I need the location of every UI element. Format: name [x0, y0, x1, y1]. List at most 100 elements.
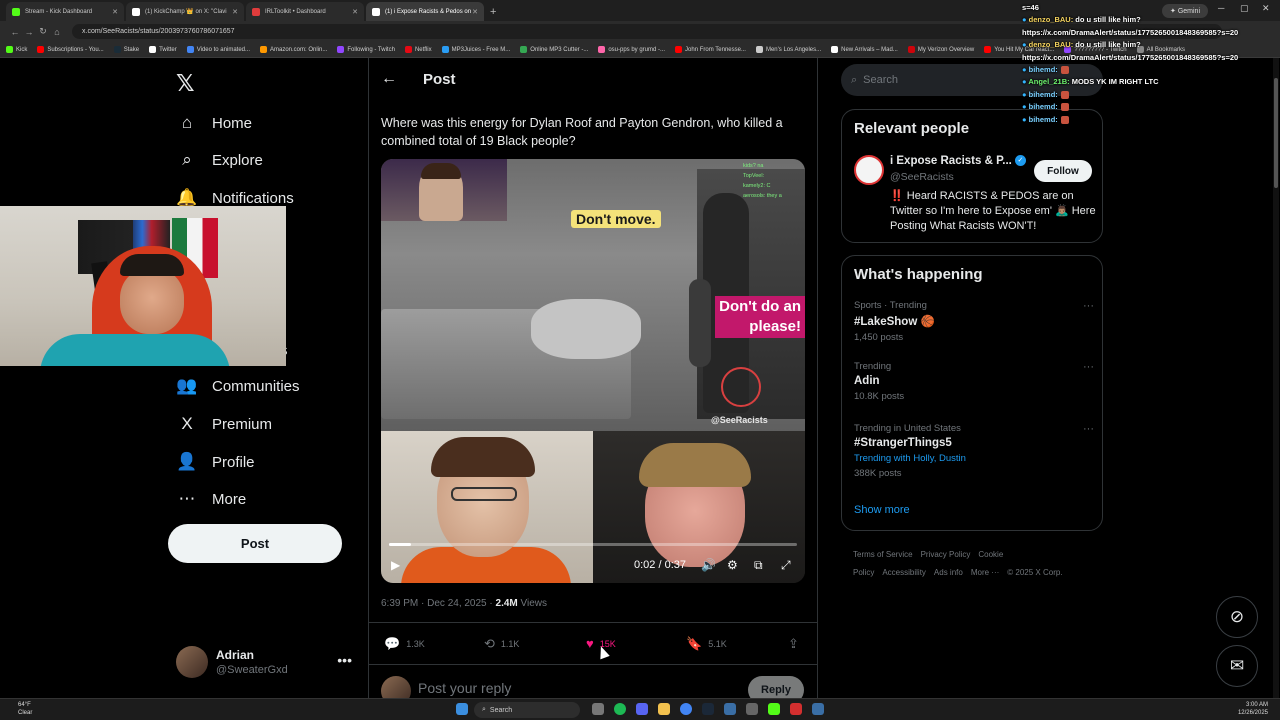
bookmark-item[interactable]: Subscriptions - You...: [37, 46, 104, 53]
discord-icon[interactable]: [636, 703, 648, 715]
search-icon: ⌕: [182, 150, 192, 169]
footer-link[interactable]: Terms of Service: [853, 550, 913, 559]
video-progress-bar[interactable]: [389, 543, 797, 546]
file-explorer-icon[interactable]: [658, 703, 670, 715]
windows-start-icon[interactable]: [456, 703, 468, 715]
messages-icon[interactable]: ✉: [1216, 645, 1258, 687]
scrollbar[interactable]: [1273, 58, 1279, 698]
new-tab-icon[interactable]: +: [490, 6, 496, 18]
home-browser-icon[interactable]: ⌂: [50, 27, 64, 37]
bookmark-favicon-icon: [984, 46, 992, 53]
tab-favicon-icon: [12, 7, 20, 16]
steam-icon[interactable]: [702, 703, 714, 715]
nav-item-premium[interactable]: X Premium: [176, 410, 272, 438]
browser-tab[interactable]: IRLToolkit • Dashboard ✕: [246, 2, 364, 21]
bookmark-item[interactable]: Stake: [113, 46, 139, 53]
bookmark-item[interactable]: Kick: [6, 46, 27, 53]
nav-item-home[interactable]: ⌂ Home: [176, 109, 252, 137]
reply-input[interactable]: Post your reply: [418, 680, 511, 696]
bookmark-item[interactable]: Twitter: [149, 46, 177, 53]
show-more-link[interactable]: Show more: [854, 504, 910, 516]
browser-tab[interactable]: (1) i Expose Racists & Pedos on ✕: [366, 2, 484, 21]
footer-link[interactable]: More ···: [971, 568, 999, 577]
browser-tab[interactable]: (1) KickChamp 👑 on X: "Clavi ✕: [126, 2, 244, 21]
tab-close-icon[interactable]: ✕: [232, 8, 238, 16]
avatar[interactable]: [854, 155, 884, 185]
more-dots-icon[interactable]: ···: [1083, 423, 1094, 435]
app-icon[interactable]: [812, 703, 824, 715]
repost-action[interactable]: ⟲ 1.1K: [484, 636, 519, 652]
chrome-icon[interactable]: [680, 703, 692, 715]
fullscreen-icon[interactable]: ⤢: [781, 558, 791, 573]
trend-item[interactable]: Trending Adin 10.8K posts ···: [854, 361, 1094, 402]
trend-item[interactable]: Trending in United States #StrangerThings…: [854, 423, 1094, 479]
footer-link[interactable]: © 2025 X Corp.: [1007, 568, 1062, 577]
weather-widget[interactable]: 64°F Clear: [18, 701, 32, 717]
bookmark-item[interactable]: Following - Twitch: [337, 46, 395, 53]
play-icon[interactable]: ▶: [391, 558, 400, 572]
bookmark-item[interactable]: Amazon.com: Onlin...: [260, 46, 327, 53]
share-icon: ⇪: [788, 636, 799, 651]
mugshot-hair-left: [431, 437, 535, 477]
bookmark-action[interactable]: 🔖 5.1K: [686, 636, 727, 652]
trend-item[interactable]: Sports · Trending #LakeShow 🏀 1,450 posts ·…: [854, 300, 1094, 343]
spotify-icon[interactable]: [614, 703, 626, 715]
bookmark-item[interactable]: osu-pps by grumd -...: [598, 46, 665, 53]
account-switcher[interactable]: Adrian @SweaterGxd •••: [176, 646, 356, 680]
nav-item-communities[interactable]: 👥 Communities: [176, 372, 300, 400]
bookmark-item[interactable]: My Verizon Overview: [907, 46, 974, 53]
more-dots-icon[interactable]: •••: [337, 652, 352, 668]
volume-icon[interactable]: 🔊: [701, 558, 716, 572]
trend-with-link[interactable]: Holly, Dustin: [913, 453, 966, 464]
task-view-icon[interactable]: [592, 703, 604, 715]
nav-item-explore[interactable]: ⌕ Explore: [176, 146, 263, 174]
obs-icon[interactable]: [790, 703, 802, 715]
video-player[interactable]: kids? na TopVeel: kamely2: C aerosols: the…: [381, 159, 805, 583]
settings-gear-icon[interactable]: ⚙: [727, 558, 738, 572]
nav-item-label: Notifications: [212, 189, 294, 207]
bookmark-label: osu-pps by grumd -...: [608, 46, 666, 53]
taskbar-clock[interactable]: 3:00 AM 12/26/2025: [1238, 701, 1268, 717]
bookmark-item[interactable]: Men's Los Angeles...: [755, 46, 821, 53]
post-button[interactable]: Post: [168, 524, 342, 563]
grok-icon[interactable]: ⊘: [1216, 596, 1258, 638]
footer-link[interactable]: Privacy Policy: [921, 550, 971, 559]
bookmark-item[interactable]: Online MP3 Cutter -...: [520, 46, 588, 53]
kick-icon[interactable]: [768, 703, 780, 715]
nav-item-label: Communities: [212, 377, 300, 395]
follow-button[interactable]: Follow: [1034, 160, 1092, 182]
browser-tab[interactable]: Stream - Kick Dashboard ✕: [6, 2, 124, 21]
bookmark-favicon-icon: [755, 46, 763, 53]
more-dots-icon[interactable]: ···: [1083, 361, 1094, 373]
repost-icon: ⟲: [484, 636, 495, 651]
taskbar-search[interactable]: ⌕ Search: [474, 702, 580, 718]
bookmark-item[interactable]: New Arrivals – Mad...: [831, 46, 898, 53]
share-action[interactable]: ⇪: [788, 636, 805, 652]
bookmark-item[interactable]: Netflix: [404, 46, 432, 53]
reply-action[interactable]: 💬 1.3K: [384, 636, 425, 652]
forward-icon[interactable]: →: [22, 27, 36, 37]
back-icon[interactable]: ←: [8, 27, 22, 37]
footer-link[interactable]: Ads info: [934, 568, 963, 577]
footer-link[interactable]: Accessibility: [882, 568, 926, 577]
more-dots-icon[interactable]: ···: [1083, 300, 1094, 312]
nav-item-more[interactable]: ⋯ More: [176, 485, 247, 513]
tab-close-icon[interactable]: ✕: [352, 8, 358, 16]
bookmark-item[interactable]: John From Tennesse...: [675, 46, 746, 53]
relevant-person-name[interactable]: i Expose Racists & P... ✓: [890, 155, 1026, 167]
minimize-player-icon[interactable]: ⧉: [754, 558, 763, 573]
reload-icon[interactable]: ↻: [36, 26, 50, 37]
bookmark-item[interactable]: MP3Juices - Free M...: [441, 46, 510, 53]
tab-close-icon[interactable]: ✕: [112, 8, 118, 16]
relevant-people-title: Relevant people: [854, 120, 970, 137]
nav-item-profile[interactable]: 👤 Profile: [176, 448, 254, 476]
x-logo-icon[interactable]: 𝕏: [176, 70, 195, 97]
app-icon[interactable]: [724, 703, 736, 715]
post-timestamp[interactable]: 6:39 PM · Dec 24, 2025 ·: [381, 598, 496, 609]
bookmark-item[interactable]: Video to animated...: [186, 46, 250, 53]
weather-condition: Clear: [18, 710, 33, 716]
tab-close-icon[interactable]: ✕: [472, 8, 478, 16]
app-icon[interactable]: [746, 703, 758, 715]
back-arrow-icon[interactable]: ←: [381, 70, 397, 88]
bookmark-favicon-icon: [907, 46, 915, 53]
